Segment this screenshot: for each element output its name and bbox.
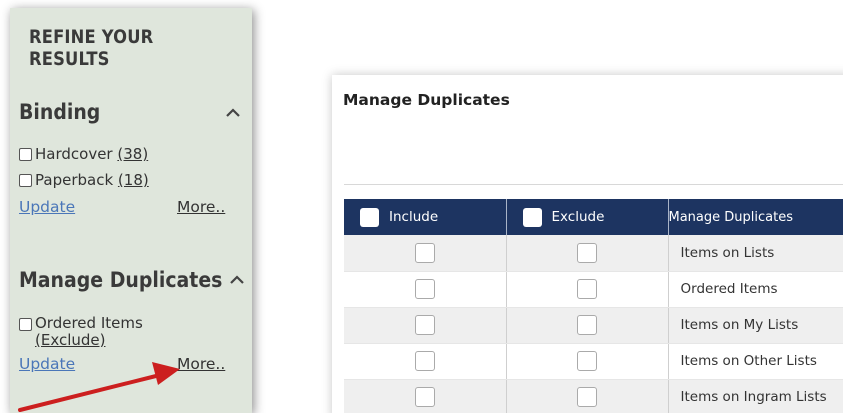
binding-more-link[interactable]: More..: [177, 198, 225, 216]
include-header-label: Include: [389, 209, 439, 225]
refine-results-panel: REFINE YOUR RESULTS Binding Hardcover (3…: [10, 8, 252, 413]
facet-option-hardcover[interactable]: Hardcover (38): [19, 145, 148, 163]
exclude-checkbox[interactable]: [577, 242, 597, 263]
duplicates-more-link[interactable]: More..: [177, 355, 225, 373]
exclude-all-checkbox[interactable]: [522, 207, 542, 227]
table-row: Items on My Lists: [344, 307, 843, 344]
exclude-column-header: Exclude: [506, 199, 669, 235]
facet-option-paperback[interactable]: Paperback (18): [19, 171, 149, 189]
table-row: Items on Other Lists: [344, 343, 843, 380]
include-checkbox[interactable]: [414, 242, 435, 263]
row-label: Items on Ingram Lists: [668, 379, 843, 413]
hardcover-checkbox[interactable]: [19, 148, 32, 161]
manage-duplicates-table: Include Exclude Manage Duplicates Items …: [344, 199, 843, 413]
row-label: Ordered Items: [668, 271, 843, 308]
row-label: Items on Lists: [668, 235, 843, 272]
include-column-header: Include: [344, 199, 507, 235]
facet-option-ordered-items[interactable]: Ordered Items (Exclude): [19, 315, 143, 349]
include-checkbox[interactable]: [414, 279, 435, 299]
table-row: Items on Lists: [344, 235, 843, 272]
exclude-checkbox[interactable]: [577, 351, 597, 371]
manage-duplicates-card: Manage Duplicates Include Exclude Manage…: [332, 75, 843, 413]
manage-duplicates-column-header: Manage Duplicates: [668, 199, 843, 235]
ordered-items-checkbox[interactable]: [19, 318, 32, 331]
table-row: Items on Ingram Lists: [344, 379, 843, 413]
binding-facet-heading[interactable]: Binding: [19, 100, 100, 124]
row-label: Items on Other Lists: [668, 343, 843, 380]
exclude-header-label: Exclude: [551, 209, 605, 225]
exclude-checkbox[interactable]: [577, 315, 597, 335]
chevron-up-icon[interactable]: [228, 271, 246, 289]
exclude-checkbox[interactable]: [577, 279, 597, 299]
include-checkbox[interactable]: [414, 315, 435, 335]
divider: [344, 184, 843, 185]
facet-option-label: Paperback: [35, 171, 114, 189]
binding-update-link[interactable]: Update: [19, 198, 75, 216]
manage-duplicates-facet-heading[interactable]: Manage Duplicates: [19, 268, 222, 292]
facet-option-label: Ordered Items: [35, 314, 143, 332]
table-row: Ordered Items: [344, 271, 843, 308]
include-checkbox[interactable]: [414, 351, 435, 371]
exclude-link[interactable]: (Exclude): [35, 332, 143, 349]
duplicates-update-link[interactable]: Update: [19, 355, 75, 373]
table-header-row: Include Exclude Manage Duplicates: [344, 199, 843, 235]
facet-option-count[interactable]: (18): [118, 171, 149, 189]
paperback-checkbox[interactable]: [19, 174, 32, 187]
manage-duplicates-title: Manage Duplicates: [343, 91, 510, 109]
include-all-checkbox[interactable]: [360, 207, 379, 227]
include-checkbox[interactable]: [414, 387, 435, 407]
chevron-up-icon[interactable]: [224, 104, 242, 122]
facet-option-label: Hardcover: [35, 145, 113, 163]
row-label: Items on My Lists: [668, 307, 843, 344]
refine-results-title: REFINE YOUR RESULTS: [29, 26, 154, 70]
exclude-checkbox[interactable]: [577, 387, 597, 407]
facet-option-count[interactable]: (38): [117, 145, 148, 163]
